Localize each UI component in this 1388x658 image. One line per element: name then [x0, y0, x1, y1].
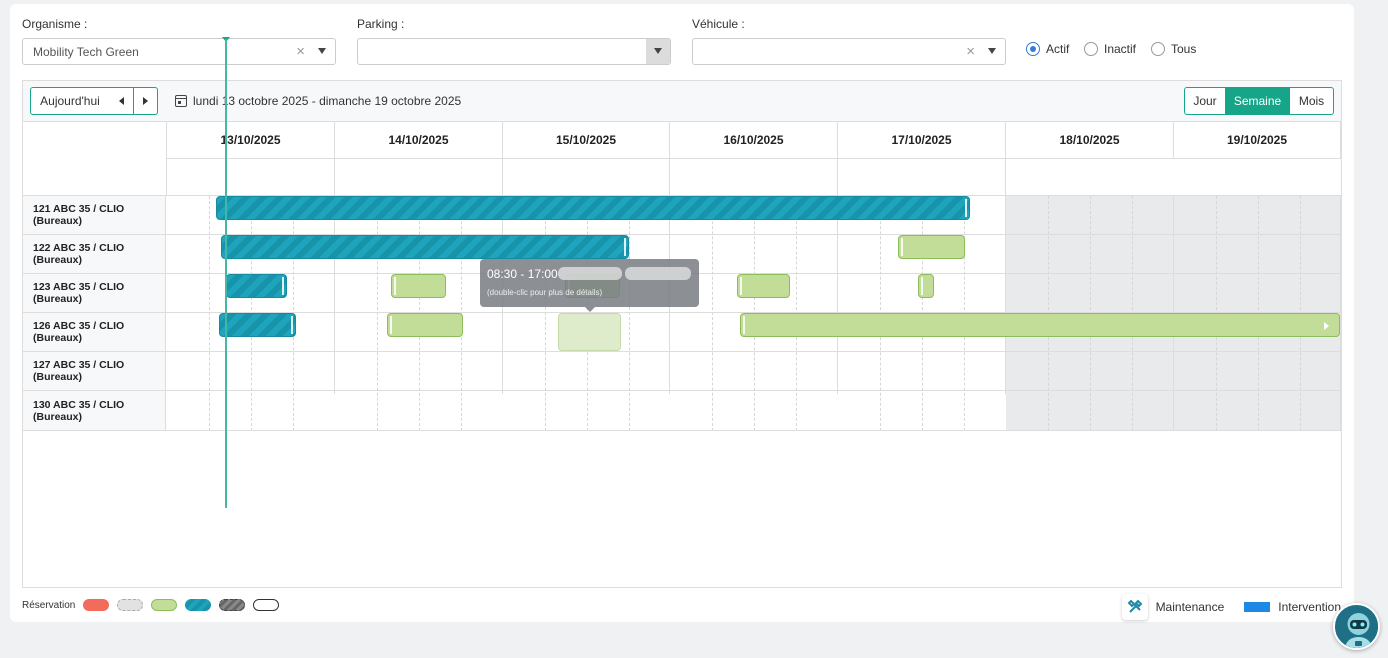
view-semaine-button[interactable]: Semaine [1225, 87, 1290, 115]
reservation-bar[interactable] [387, 313, 463, 337]
vehicule-select[interactable]: × [692, 38, 1006, 65]
hour-gridline [545, 196, 546, 431]
legend: Réservation [22, 599, 280, 611]
reservation-tooltip: 08:30 - 17:00 (double-clic pour plus de … [480, 259, 699, 312]
status-label-actif: Actif [1046, 42, 1070, 56]
status-radio-tous[interactable]: Tous [1151, 42, 1196, 56]
corner-cell [23, 122, 167, 196]
vehicle-row-label: 123 ABC 35 / CLIO (Bureaux) [23, 274, 166, 313]
legend-maintenance-label: Maintenance [1155, 600, 1225, 614]
legend-intervention-label: Intervention [1278, 600, 1341, 614]
clear-icon[interactable]: × [966, 43, 975, 60]
chevron-down-icon[interactable] [318, 48, 326, 54]
reservation-bar[interactable] [221, 235, 629, 259]
arrow-left-icon [118, 97, 124, 105]
vehicle-row-label: 127 ABC 35 / CLIO (Bureaux) [23, 352, 166, 391]
hour-gridline [209, 196, 210, 431]
row-divider [166, 390, 1341, 391]
tooltip-redacted [558, 267, 622, 280]
status-label-inactif: Inactif [1104, 42, 1137, 56]
scheduler: Aujourd'hui lundi 13 octobre 2025 - dima… [22, 80, 1342, 588]
radio-icon[interactable] [1151, 42, 1165, 56]
legend-swatch-green [151, 599, 178, 611]
legend-swatch-red [83, 599, 110, 611]
assistant-bot-icon[interactable] [1333, 603, 1380, 650]
status-radio-actif[interactable]: Actif [1026, 42, 1069, 56]
tooltip-time: 08:30 - 17:00 [487, 267, 558, 281]
reservation-bar-hover[interactable] [558, 313, 621, 351]
reservation-bar[interactable] [737, 274, 790, 298]
legend-swatch-blue [185, 599, 212, 611]
vehicle-row-label: 126 ABC 35 / CLIO (Bureaux) [23, 313, 166, 352]
reservation-bar[interactable] [391, 274, 446, 298]
row-divider [166, 351, 1341, 352]
reservation-bar[interactable] [226, 274, 287, 298]
legend-swatch-white [253, 599, 280, 611]
status-label-tous: Tous [1171, 42, 1197, 56]
vehicle-row-label: 122 ABC 35 / CLIO (Bureaux) [23, 235, 166, 274]
parking-label: Parking : [357, 17, 405, 31]
date-range: lundi 13 octobre 2025 - dimanche 19 octo… [175, 94, 461, 108]
day-header: 18/10/2025 [1006, 122, 1174, 159]
reservation-bar[interactable] [219, 313, 296, 337]
clear-icon[interactable]: × [296, 43, 305, 60]
today-button[interactable]: Aujourd'hui [30, 87, 110, 115]
chevron-down-icon[interactable] [988, 48, 996, 54]
day-header: 15/10/2025 [503, 122, 670, 159]
radio-selected-icon[interactable] [1026, 42, 1040, 56]
scheduler-grid: 13/10/2025 14/10/2025 15/10/2025 16/10/2… [23, 122, 1341, 587]
organisme-label: Organisme : [22, 17, 88, 31]
legend-reservation-label: Réservation [22, 599, 76, 611]
row-divider [166, 430, 1341, 431]
vehicle-row-label: 121 ABC 35 / CLIO (Bureaux) [23, 196, 166, 235]
hour-gridline [629, 196, 630, 431]
reservation-bar[interactable] [918, 274, 934, 298]
hour-gridline [712, 196, 713, 431]
now-line [225, 39, 227, 508]
tooltip-redacted [625, 267, 691, 280]
legend-intervention-swatch [1244, 602, 1271, 612]
day-header: 19/10/2025 [1174, 122, 1341, 159]
day-header: 16/10/2025 [670, 122, 838, 159]
tooltip-pointer [585, 307, 595, 312]
view-mois-button[interactable]: Mois [1289, 87, 1334, 115]
vehicle-row-label: 130 ABC 35 / CLIO (Bureaux) [23, 391, 166, 431]
reservation-bar[interactable] [740, 313, 1340, 337]
radio-icon[interactable] [1084, 42, 1098, 56]
arrow-right-icon [1324, 322, 1329, 330]
parking-select[interactable] [357, 38, 671, 65]
date-range-text: lundi 13 octobre 2025 - dimanche 19 octo… [193, 94, 462, 108]
day-header: 13/10/2025 [167, 122, 335, 159]
reservation-bar[interactable] [898, 235, 965, 259]
tools-icon [1121, 594, 1148, 620]
legend-right: Maintenance Intervention [1121, 594, 1341, 620]
reservation-bar[interactable] [216, 196, 970, 220]
view-jour-button[interactable]: Jour [1184, 87, 1226, 115]
status-radio-inactif[interactable]: Inactif [1084, 42, 1136, 56]
parking-dropdown-button[interactable] [646, 39, 670, 64]
next-button[interactable] [133, 87, 158, 115]
arrow-right-icon [143, 97, 148, 105]
scheduler-toolbar: Aujourd'hui lundi 13 octobre 2025 - dima… [23, 81, 1341, 122]
chevron-down-icon [654, 48, 662, 54]
day-header: 14/10/2025 [335, 122, 503, 159]
calendar-icon [175, 95, 187, 107]
legend-swatch-grey [117, 599, 144, 611]
day-header: 17/10/2025 [838, 122, 1006, 159]
vehicule-label: Véhicule : [692, 17, 745, 31]
organisme-select[interactable]: Mobility Tech Green × [22, 38, 336, 65]
hour-gridline [377, 196, 378, 431]
organisme-value: Mobility Tech Green [33, 45, 139, 59]
prev-button[interactable] [109, 87, 134, 115]
tooltip-hint: (double-clic pour plus de détails) [487, 288, 603, 297]
legend-swatch-dark [219, 599, 246, 611]
